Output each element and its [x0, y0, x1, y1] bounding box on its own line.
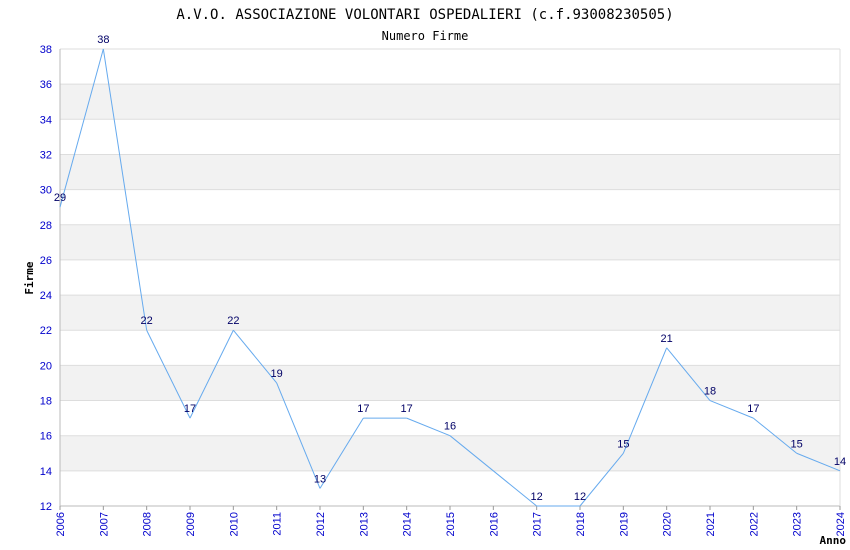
- data-label: 22: [227, 315, 239, 327]
- data-label: 12: [574, 491, 586, 503]
- y-tick-label: 38: [40, 44, 52, 56]
- x-tick-label: 2023: [792, 512, 804, 536]
- x-tick-label: 2019: [618, 512, 630, 536]
- x-tick-label: 2015: [445, 512, 457, 536]
- data-label: 15: [617, 438, 629, 450]
- y-tick-label: 30: [40, 185, 52, 197]
- data-label: 17: [184, 403, 196, 415]
- x-tick-label: 2022: [748, 512, 760, 536]
- grid-band: [60, 189, 840, 225]
- y-tick-label: 20: [40, 360, 52, 372]
- x-tick-label: 2010: [228, 512, 240, 536]
- grid-band: [60, 470, 840, 506]
- x-tick-label: 2009: [185, 512, 197, 536]
- y-tick-label: 34: [40, 114, 52, 126]
- data-label: 19: [271, 368, 283, 380]
- line-chart: 1214161820222426283032343638 2006 2007 200…: [23, 7, 847, 547]
- x-tick-label: 2007: [98, 512, 110, 536]
- plot-background: [60, 49, 840, 506]
- y-tick-labels: 12 14 16 18 20 22 24 26 28 30 32 34 36 38: [40, 44, 52, 513]
- grid-band: [60, 259, 840, 296]
- x-tick-label: 2012: [315, 512, 327, 536]
- chart-subtitle: Numero Firme: [382, 29, 469, 43]
- y-axis-label: Firme: [23, 261, 36, 294]
- y-tick-label: 32: [40, 149, 52, 161]
- data-label: 17: [401, 403, 413, 415]
- y-tick-label: 18: [40, 396, 52, 408]
- y-tick-label: 36: [40, 79, 52, 91]
- data-label: 38: [97, 34, 109, 46]
- grid-band: [60, 49, 840, 85]
- y-tick-label: 24: [40, 290, 52, 302]
- data-label: 14: [834, 456, 846, 468]
- y-tick-label: 26: [40, 255, 52, 267]
- x-tick-label: 2013: [358, 512, 370, 536]
- grid-band: [60, 224, 840, 260]
- x-tick-label: 2016: [488, 512, 500, 536]
- grid-band: [60, 119, 840, 155]
- data-label: 22: [141, 315, 153, 327]
- x-tick-label: 2020: [662, 512, 674, 536]
- y-tick-label: 22: [40, 325, 52, 337]
- data-label: 21: [661, 333, 673, 345]
- y-tick-label: 12: [40, 501, 52, 513]
- y-tick-label: 16: [40, 431, 52, 443]
- data-label: 13: [314, 473, 326, 485]
- y-tick-label: 28: [40, 220, 52, 232]
- grid-band: [60, 84, 840, 120]
- data-label: 29: [54, 192, 66, 204]
- x-tick-label: 2008: [142, 512, 154, 536]
- data-label: 16: [444, 421, 456, 433]
- x-axis-label: Anno: [820, 534, 847, 547]
- x-tick-label: 2024: [835, 512, 847, 536]
- data-label: 17: [747, 403, 759, 415]
- data-label: 18: [704, 386, 716, 398]
- grid-band: [60, 365, 840, 401]
- data-label: 12: [531, 491, 543, 503]
- x-tick-label: 2014: [402, 512, 414, 536]
- x-tick-label: 2006: [55, 512, 67, 536]
- x-tick-labels: 2006 2007 2008 2009 2010 2011 2012 2013 2014 2015…: [55, 506, 847, 536]
- grid-band: [60, 295, 840, 331]
- x-tick-label: 2021: [705, 512, 717, 536]
- y-tick-label: 14: [40, 466, 52, 478]
- x-tick-label: 2011: [272, 512, 284, 536]
- grid-band: [60, 330, 840, 366]
- chart-title: A.V.O. ASSOCIAZIONE VOLONTARI OSPEDALIER…: [176, 7, 673, 23]
- grid-band: [60, 154, 840, 190]
- x-tick-label: 2018: [575, 512, 587, 536]
- grid-band: [60, 435, 840, 471]
- data-label: 17: [357, 403, 369, 415]
- x-tick-label: 2017: [532, 512, 544, 536]
- data-label: 15: [791, 438, 803, 450]
